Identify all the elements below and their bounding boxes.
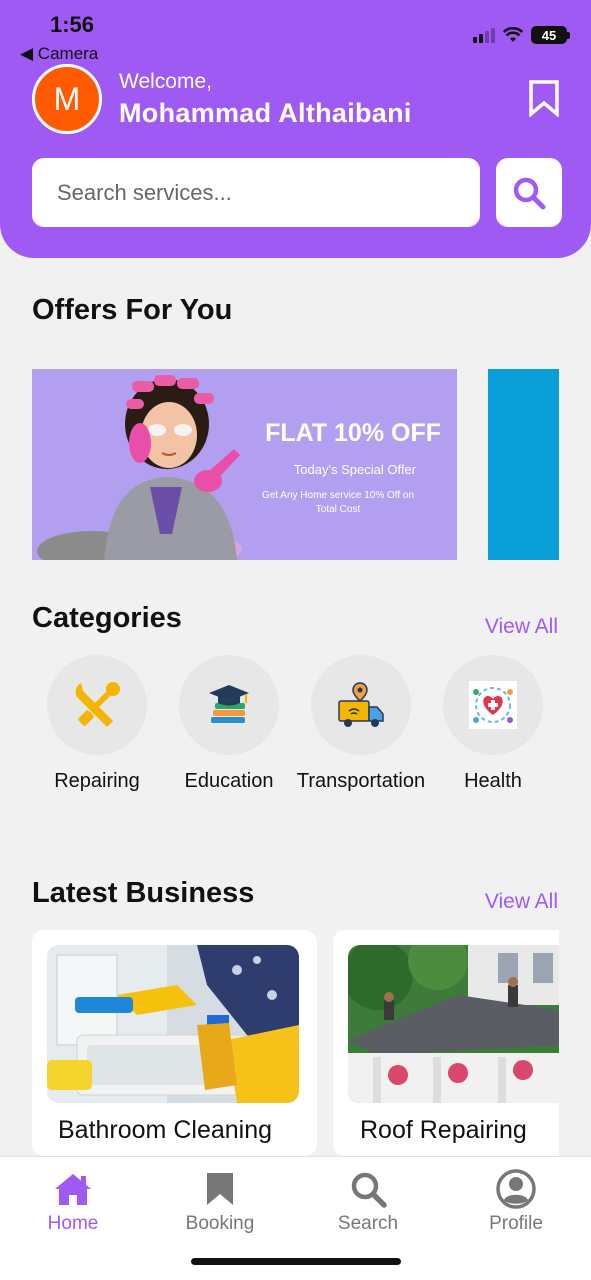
category-education[interactable]: Education [163, 655, 295, 795]
business-image [348, 945, 559, 1103]
category-icon-wrap [443, 655, 543, 755]
search-button[interactable] [496, 158, 562, 227]
offers-title: Offers For You [32, 294, 233, 326]
nav-label: Home [47, 1213, 99, 1234]
category-label: Health [464, 770, 522, 792]
profile-icon [496, 1169, 536, 1209]
roof-repairing-photo [348, 945, 559, 1103]
offer-description: Get Any Home service 10% Off on Total Co… [261, 490, 415, 515]
back-to-camera-link[interactable]: ◀ Camera [20, 44, 98, 64]
saved-button[interactable] [522, 76, 566, 120]
health-icon [469, 681, 517, 729]
avatar-initial: M [53, 80, 81, 117]
nav-profile[interactable]: Profile [466, 1169, 566, 1235]
offer-banner-next[interactable] [488, 369, 559, 560]
nav-booking[interactable]: Booking [170, 1169, 270, 1235]
category-label: Transportation [296, 770, 426, 792]
status-icons: 45 [473, 26, 570, 44]
bookmark-outline-icon [529, 80, 559, 117]
status-time: 1:56 [50, 12, 95, 37]
category-label: Repairing [54, 770, 140, 792]
business-name: Roof Repairing [360, 1116, 527, 1144]
business-image [47, 945, 299, 1103]
nav-search[interactable]: Search [318, 1169, 418, 1235]
business-name: Bathroom Cleaning [58, 1116, 273, 1144]
nav-label: Profile [489, 1213, 543, 1234]
offer-subtitle: Today's Special Offer [293, 462, 416, 477]
delivery-truck-icon [338, 682, 384, 727]
search-icon [351, 1172, 387, 1208]
bathroom-cleaning-photo [47, 945, 299, 1103]
categories-title: Categories [32, 602, 182, 634]
business-card-bathroom-cleaning[interactable]: Bathroom Cleaning [32, 930, 317, 1156]
offer-banner[interactable]: FLAT 10% OFF Today's Special Offer Get A… [32, 369, 457, 560]
nav-label: Booking [185, 1213, 255, 1234]
wifi-icon [503, 27, 523, 42]
battery-icon: 45 [531, 26, 570, 44]
signal-icon [473, 27, 495, 43]
battery-level: 45 [541, 27, 557, 43]
category-label: Education [184, 770, 274, 792]
nav-home[interactable]: Home [23, 1169, 123, 1235]
categories-view-all-link[interactable]: View All [485, 615, 558, 639]
offer-headline: FLAT 10% OFF [265, 419, 441, 447]
business-card-roof-repairing[interactable]: Roof Repairing [333, 930, 559, 1156]
avatar[interactable]: M [32, 64, 102, 134]
search-input[interactable] [32, 158, 480, 227]
nav-label: Search [337, 1213, 399, 1234]
category-icon-wrap [311, 655, 411, 755]
home-indicator [191, 1258, 401, 1265]
header: 1:56 ◀ Camera 45 M Welcome, Mohammad Alt… [0, 0, 591, 258]
category-repairing[interactable]: Repairing [31, 655, 163, 795]
category-icon-wrap [47, 655, 147, 755]
graduation-cap-icon [209, 685, 249, 723]
user-name: Mohammad Althaibani [119, 98, 412, 128]
latest-business-title: Latest Business [32, 877, 255, 909]
category-icon-wrap [179, 655, 279, 755]
latest-business-view-all-link[interactable]: View All [485, 890, 558, 914]
search-icon [513, 177, 546, 209]
category-health[interactable]: Health [427, 655, 559, 795]
category-transportation[interactable]: Transportation [295, 655, 427, 795]
tools-icon [75, 682, 120, 727]
bookmark-icon [207, 1173, 233, 1205]
welcome-text: Welcome, [119, 70, 212, 93]
home-icon [55, 1174, 91, 1205]
offer-woman-illustration [37, 375, 242, 560]
